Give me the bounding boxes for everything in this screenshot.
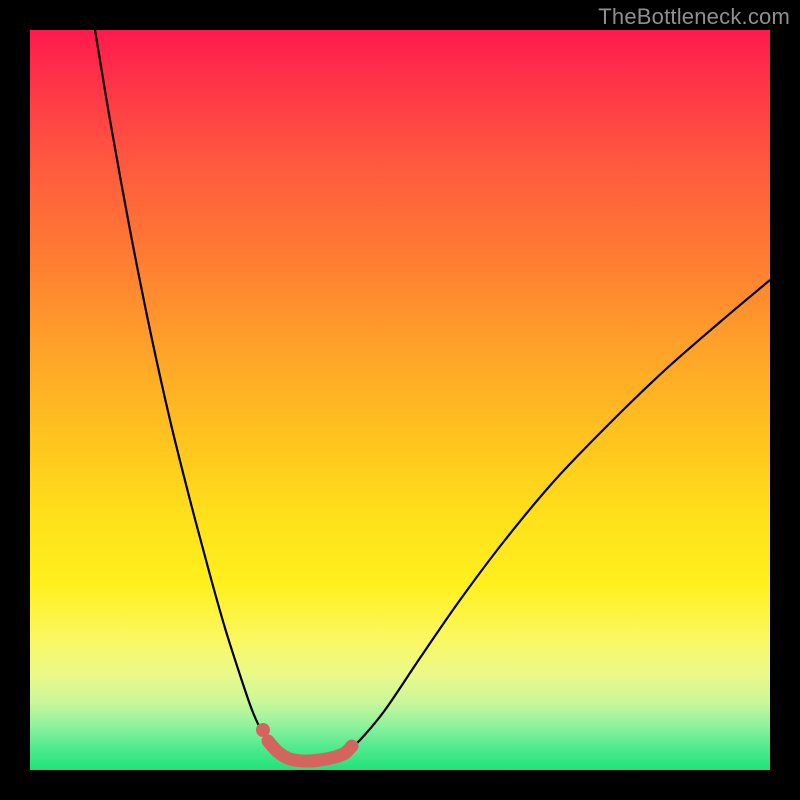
chart-frame: TheBottleneck.com [0, 0, 800, 800]
watermark-text: TheBottleneck.com [598, 4, 790, 30]
highlight-segment [268, 741, 352, 761]
curve-layer [30, 30, 770, 770]
bottleneck-curve-right [345, 280, 770, 753]
bottleneck-curve-left [95, 30, 278, 752]
highlight-dot [256, 723, 270, 737]
plot-area [30, 30, 770, 770]
